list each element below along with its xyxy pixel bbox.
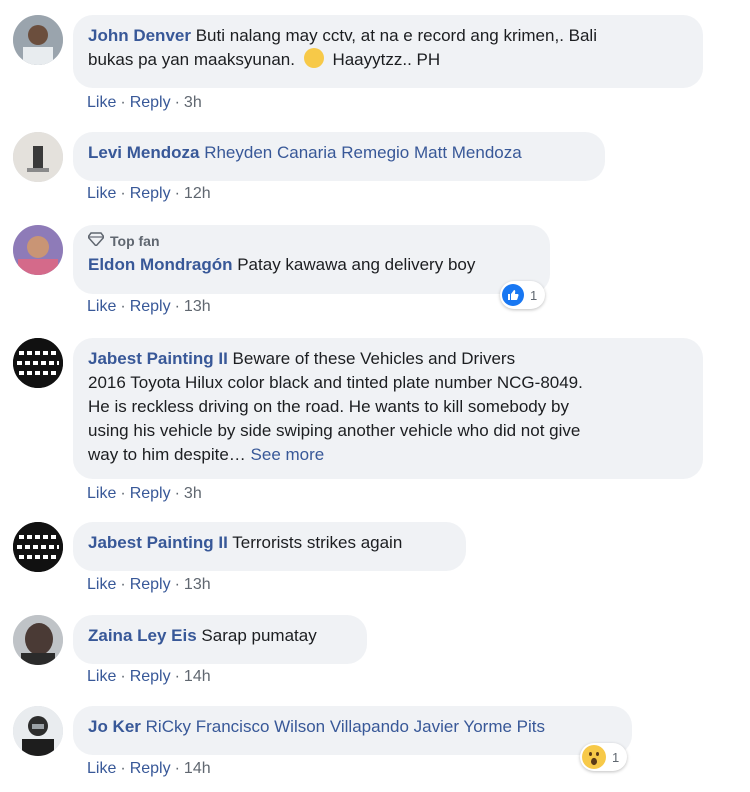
comment-text: 2016 Toyota Hilux color black and tinted… [88,373,583,392]
see-more-link[interactable]: See more [251,445,325,464]
reaction-number: 1 [530,287,538,303]
comment-author[interactable]: Eldon Mondragón [88,255,232,274]
comment-text: bukas pa yan maaksyunan. [88,50,295,69]
avatar[interactable] [13,132,63,182]
top-fan-label: Top fan [110,233,160,249]
comment-text: He is reckless driving on the road. He w… [88,397,569,416]
like-link[interactable]: Like [87,668,116,685]
comment-text: Beware of these Vehicles and Drivers [232,349,516,368]
comment-author[interactable]: Levi Mendoza [88,143,199,162]
comment-bubble: Levi Mendoza Rheyden Canaria Remegio Mat… [73,132,605,181]
comment-author[interactable]: Jabest Painting II [88,349,228,368]
like-link[interactable]: Like [87,576,116,593]
avatar[interactable] [13,615,63,665]
like-link[interactable]: Like [87,94,116,111]
timestamp[interactable]: 3h [184,485,202,502]
reply-link[interactable]: Reply [130,185,171,202]
reply-link[interactable]: Reply [130,760,171,777]
reaction-count[interactable]: 1 [580,743,628,771]
comment-author[interactable]: Zaina Ley Eis [88,626,197,645]
comment-bubble: John Denver Buti nalang may cctv, at na … [73,15,703,88]
timestamp[interactable]: 3h [184,94,202,111]
reaction-count[interactable]: 1 [500,281,546,309]
avatar[interactable] [13,338,63,388]
like-icon [502,284,524,306]
comment-bubble: Jabest Painting II Beware of these Vehic… [73,338,703,479]
diamond-icon [87,232,105,250]
comment-actions: Like · Reply · 13h [87,298,211,315]
like-link[interactable]: Like [87,760,116,777]
comment-actions: Like · Reply · 14h [87,760,211,777]
comment-actions: Like · Reply · 13h [87,576,211,593]
comment-text: Haayytzz.. PH [332,50,441,69]
timestamp[interactable]: 13h [184,576,211,593]
reply-link[interactable]: Reply [130,668,171,685]
reply-link[interactable]: Reply [130,298,171,315]
like-link[interactable]: Like [87,185,116,202]
comment-author[interactable]: Jo Ker [88,717,141,736]
timestamp[interactable]: 14h [184,668,211,685]
timestamp[interactable]: 13h [184,298,211,315]
avatar[interactable] [13,15,63,65]
comment-text: Sarap pumatay [201,626,317,645]
like-link[interactable]: Like [87,298,116,315]
timestamp[interactable]: 14h [184,760,211,777]
comment-bubble: Top fan Eldon Mondragón Patay kawawa ang… [73,225,550,294]
comment-bubble: Zaina Ley Eis Sarap pumatay [73,615,367,664]
top-fan-badge: Top fan [87,232,535,250]
reply-link[interactable]: Reply [130,94,171,111]
comment-author[interactable]: Jabest Painting II [88,533,228,552]
mention-tags[interactable]: Rheyden Canaria Remegio Matt Mendoza [204,143,522,162]
reply-link[interactable]: Reply [130,576,171,593]
comment-text: Buti nalang may cctv, at na e record ang… [195,26,597,45]
comment-bubble: Jabest Painting II Terrorists strikes ag… [73,522,466,571]
like-link[interactable]: Like [87,485,116,502]
avatar[interactable] [13,706,63,756]
avatar[interactable] [13,522,63,572]
comment-actions: Like · Reply · 14h [87,668,211,685]
comment-text: Patay kawawa ang delivery boy [237,255,476,274]
comment-text: way to him despite… [88,445,246,464]
comment-text: using his vehicle by side swiping anothe… [88,421,581,440]
comment-bubble: Jo Ker RiCky Francisco Wilson Villapando… [73,706,632,755]
timestamp[interactable]: 12h [184,185,211,202]
reaction-number: 1 [612,749,620,765]
reply-link[interactable]: Reply [130,485,171,502]
avatar[interactable] [13,225,63,275]
sad-emoji-icon [303,48,324,68]
mention-tags[interactable]: RiCky Francisco Wilson Villapando Javier… [146,717,545,736]
comment-actions: Like · Reply · 12h [87,185,211,202]
comment-actions: Like · Reply · 3h [87,485,202,502]
comment-text: Terrorists strikes again [232,533,403,552]
comment-author[interactable]: John Denver [88,26,191,45]
wow-icon [582,745,606,769]
comment-actions: Like · Reply · 3h [87,94,202,111]
